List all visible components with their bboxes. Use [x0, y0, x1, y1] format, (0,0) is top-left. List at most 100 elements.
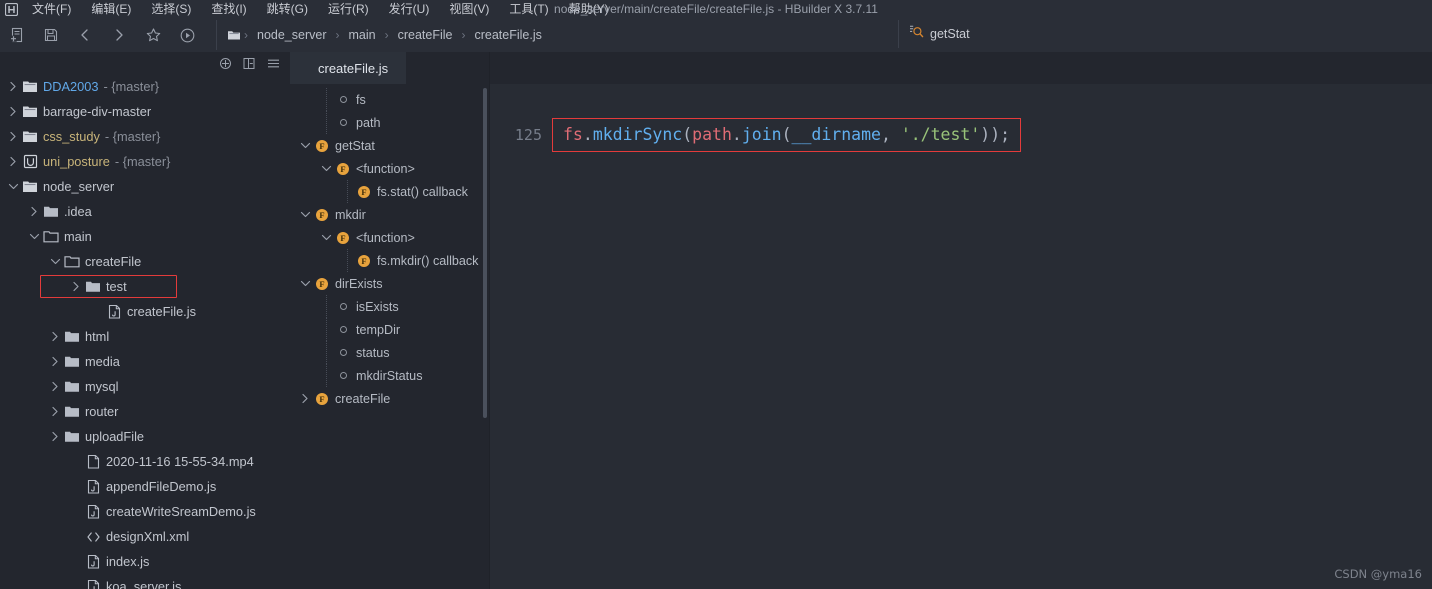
code-line-125: 125 fs.mkdirSync(path.join(__dirname, '.…	[490, 118, 1022, 152]
menu-publish[interactable]: 发行(U)	[379, 0, 440, 18]
chevron-down-icon[interactable]	[48, 249, 62, 274]
chevron-right-icon[interactable]	[27, 199, 41, 224]
outline-row[interactable]: path	[290, 111, 489, 134]
tree-row[interactable]: DDA2003 - {master}	[0, 74, 290, 99]
tree-row[interactable]: node_server	[0, 174, 290, 199]
run-button[interactable]	[170, 20, 204, 50]
menu-hamburger-icon[interactable]	[264, 54, 282, 72]
tree-row[interactable]: uni_posture - {master}	[0, 149, 290, 174]
outline-scrollbar[interactable]	[483, 88, 487, 418]
tree-row[interactable]: createFile.js	[0, 299, 290, 324]
tree-item-label: css_study	[43, 129, 100, 144]
tree-guide-line	[319, 295, 334, 318]
tree-row[interactable]: createFile	[0, 249, 290, 274]
chevron-right-icon[interactable]	[6, 124, 20, 149]
outline-row[interactable]: F <function>	[290, 157, 489, 180]
tree-row[interactable]: index.js	[0, 549, 290, 574]
tree-item-label: index.js	[106, 554, 150, 569]
breadcrumb-item-node-server[interactable]: node_server	[249, 20, 335, 50]
menu-edit[interactable]: 编辑(E)	[81, 0, 141, 18]
code-token: __dirname	[791, 125, 881, 144]
code-token: path	[692, 125, 732, 144]
chevron-right-icon[interactable]	[69, 274, 83, 299]
tree-row[interactable]: barrage-div-master	[0, 99, 290, 124]
menu-file[interactable]: 文件(F)	[22, 0, 81, 18]
outline-row[interactable]: fs	[290, 88, 489, 111]
menu-help[interactable]: 帮助(Y)	[559, 0, 619, 18]
breadcrumb-item-main[interactable]: main	[341, 20, 384, 50]
outline-row[interactable]: mkdirStatus	[290, 364, 489, 387]
tree-row[interactable]: media	[0, 349, 290, 374]
chevron-down-icon[interactable]	[298, 134, 313, 157]
locate-file-icon[interactable]	[216, 54, 234, 72]
breadcrumb-item-createfile-js[interactable]: createFile.js	[466, 20, 549, 50]
tree-row[interactable]: designXml.xml	[0, 524, 290, 549]
tree-row[interactable]: appendFileDemo.js	[0, 474, 290, 499]
outline-row[interactable]: FgetStat	[290, 134, 489, 157]
outline-row[interactable]: FcreateFile	[290, 387, 489, 410]
tree-row[interactable]: 2020-11-16 15-55-34.mp4	[0, 449, 290, 474]
chevron-right-icon[interactable]	[48, 349, 62, 374]
menu-goto[interactable]: 跳转(G)	[257, 0, 318, 18]
tree-row[interactable]: mysql	[0, 374, 290, 399]
menu-tools[interactable]: 工具(T)	[499, 0, 558, 18]
menu-run[interactable]: 运行(R)	[318, 0, 379, 18]
tree-row[interactable]: .idea	[0, 199, 290, 224]
bookmark-button[interactable]	[136, 20, 170, 50]
tree-row[interactable]: createWriteSreamDemo.js	[0, 499, 290, 524]
tree-row[interactable]: koa_server.js	[0, 574, 290, 589]
outline-item-label: status	[356, 345, 390, 360]
chevron-down-icon[interactable]	[298, 272, 313, 295]
collapse-panel-icon[interactable]	[240, 54, 258, 72]
new-file-button[interactable]	[0, 20, 34, 50]
menu-find[interactable]: 查找(I)	[201, 0, 256, 18]
outline-row[interactable]: Ffs.stat() callback	[290, 180, 489, 203]
code-area[interactable]: 125 fs.mkdirSync(path.join(__dirname, '.…	[490, 84, 1432, 589]
outline-row[interactable]: status	[290, 341, 489, 364]
tree-item-label: media	[85, 354, 120, 369]
function-symbol-icon: F	[313, 203, 331, 226]
save-button[interactable]	[34, 20, 68, 50]
menu-view[interactable]: 视图(V)	[439, 0, 499, 18]
chevron-right-icon[interactable]	[6, 99, 20, 124]
chevron-right-icon[interactable]	[6, 149, 20, 174]
tree-row[interactable]: test	[0, 274, 290, 299]
chevron-down-icon[interactable]	[319, 226, 334, 249]
chevron-down-icon[interactable]	[27, 224, 41, 249]
menu-bar: 文件(F) 编辑(E) 选择(S) 查找(I) 跳转(G) 运行(R) 发行(U…	[0, 0, 1432, 18]
chevron-down-icon[interactable]	[298, 203, 313, 226]
tree-item-label: createFile	[85, 254, 142, 269]
navigate-back-button[interactable]	[68, 20, 102, 50]
outline-row[interactable]: Fmkdir	[290, 203, 489, 226]
function-symbol-icon: F	[355, 249, 373, 272]
code-token: (	[682, 125, 693, 144]
outline-row[interactable]: F <function>	[290, 226, 489, 249]
navigate-forward-button[interactable]	[102, 20, 136, 50]
chevron-right-icon[interactable]	[48, 399, 62, 424]
chevron-down-icon[interactable]	[319, 157, 334, 180]
tree-row[interactable]: css_study - {master}	[0, 124, 290, 149]
chevron-right-icon[interactable]	[48, 324, 62, 349]
highlighted-code-snippet[interactable]: fs.mkdirSync(path.join(__dirname, './tes…	[552, 118, 1022, 152]
outline-search-box[interactable]: getStat	[898, 20, 984, 48]
breadcrumb-item-createfile[interactable]: createFile	[390, 20, 461, 50]
outline-row[interactable]: Ffs.mkdir() callback	[290, 249, 489, 272]
tab-createfile-js[interactable]: createFile.js	[290, 52, 407, 84]
outline-item-label: <function>	[356, 161, 415, 176]
tree-row[interactable]: uploadFile	[0, 424, 290, 449]
outline-row[interactable]: tempDir	[290, 318, 489, 341]
outline-row[interactable]: isExists	[290, 295, 489, 318]
tree-row[interactable]: main	[0, 224, 290, 249]
chevron-down-icon[interactable]	[6, 174, 20, 199]
chevron-right-icon[interactable]	[6, 74, 20, 99]
chevron-right-icon[interactable]	[298, 387, 313, 410]
project-file-tree[interactable]: DDA2003 - {master} barrage-div-master css_s…	[0, 74, 290, 589]
chevron-right-icon[interactable]	[48, 374, 62, 399]
tree-row[interactable]: router	[0, 399, 290, 424]
outline-row[interactable]: FdirExists	[290, 272, 489, 295]
chevron-right-icon[interactable]	[48, 424, 62, 449]
menu-select[interactable]: 选择(S)	[141, 0, 201, 18]
outline-item-list[interactable]: fs path FgetStat F <function> Ffs.stat() call…	[290, 84, 489, 410]
tree-row[interactable]: html	[0, 324, 290, 349]
